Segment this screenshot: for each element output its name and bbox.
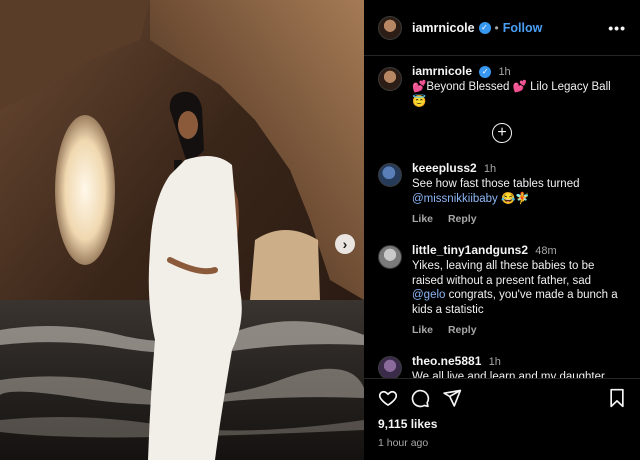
comment-text-body: Yikes, leaving all these babies to be ra… [412, 260, 595, 287]
post-photo: › [0, 0, 364, 460]
comment-time[interactable]: 1h [489, 356, 501, 368]
separator-dot: • [494, 20, 499, 35]
comment-text-tail: 😂🧚 [497, 192, 530, 205]
comment-mention[interactable]: @gelo [412, 289, 445, 301]
load-more-comments: + [364, 123, 640, 143]
like-comment-button[interactable]: Like [412, 324, 433, 336]
post-caption: iamrnicole ✓ 1h 💕Beyond Blessed 💕 Lilo L… [364, 56, 640, 109]
carousel-next-button[interactable]: › [335, 234, 355, 254]
photo-scene [0, 0, 364, 460]
comment-item: little_tiny1andguns2 48m Yikes, leaving … [364, 243, 640, 338]
post-footer: 9,115 likes 1 hour ago [364, 378, 640, 460]
comment-username[interactable]: theo.ne5881 [412, 354, 481, 368]
comment-text: We all live and learn and my daughter [412, 371, 605, 378]
more-options-icon[interactable]: ••• [608, 20, 626, 36]
caption-avatar[interactable] [378, 67, 402, 91]
comment-actions: Like Reply [412, 212, 580, 227]
caption-text: 💕Beyond Blessed 💕 Lilo Legacy Ball 😇 [412, 81, 611, 108]
comment-time[interactable]: 48m [535, 245, 556, 257]
verified-badge-icon: ✓ [478, 21, 491, 34]
avatar[interactable] [378, 15, 402, 40]
post-header: iamrnicole ✓ • Follow ••• [364, 0, 640, 56]
comment-icon[interactable] [410, 388, 430, 408]
comment-text: Yikes, leaving all these babies to be ra… [412, 259, 626, 317]
reply-button[interactable]: Reply [448, 213, 477, 225]
chevron-right-icon: › [342, 236, 348, 252]
comment-text-body: See how fast those tables turned [412, 178, 580, 190]
comment-avatar[interactable] [378, 245, 402, 269]
comment-username[interactable]: little_tiny1andguns2 [412, 243, 528, 257]
comment-avatar[interactable] [378, 163, 402, 187]
post-timestamp[interactable]: 1 hour ago [378, 437, 626, 449]
comment-username[interactable]: keeepluss2 [412, 161, 477, 175]
comment-time[interactable]: 1h [484, 163, 496, 175]
likes-count[interactable]: 9,115 likes [378, 417, 626, 431]
like-comment-button[interactable]: Like [412, 213, 433, 225]
comment-actions: Like Reply [412, 323, 626, 338]
header-username[interactable]: iamrnicole [412, 21, 475, 35]
comments-section[interactable]: iamrnicole ✓ 1h 💕Beyond Blessed 💕 Lilo L… [364, 56, 640, 378]
action-bar [378, 387, 626, 409]
caption-time[interactable]: 1h [498, 66, 510, 78]
comment-text: See how fast those tables turned @missni… [412, 177, 580, 206]
comment-mention[interactable]: @missnikkiibaby [412, 193, 498, 205]
plus-circle-icon[interactable]: + [492, 123, 512, 143]
heart-icon[interactable] [378, 388, 398, 408]
caption-username[interactable]: iamrnicole [412, 64, 472, 78]
bookmark-icon[interactable] [608, 388, 626, 408]
verified-badge-icon: ✓ [479, 65, 492, 78]
comment-item: theo.ne5881 1h We all live and learn and… [364, 354, 640, 378]
comment-item: keeepluss2 1h See how fast those tables … [364, 161, 640, 227]
post-side-panel: iamrnicole ✓ • Follow ••• iamrnicole ✓ 1… [364, 0, 640, 460]
comment-avatar[interactable] [378, 356, 402, 378]
follow-button[interactable]: Follow [503, 21, 543, 35]
share-icon[interactable] [442, 388, 462, 408]
reply-button[interactable]: Reply [448, 324, 477, 336]
